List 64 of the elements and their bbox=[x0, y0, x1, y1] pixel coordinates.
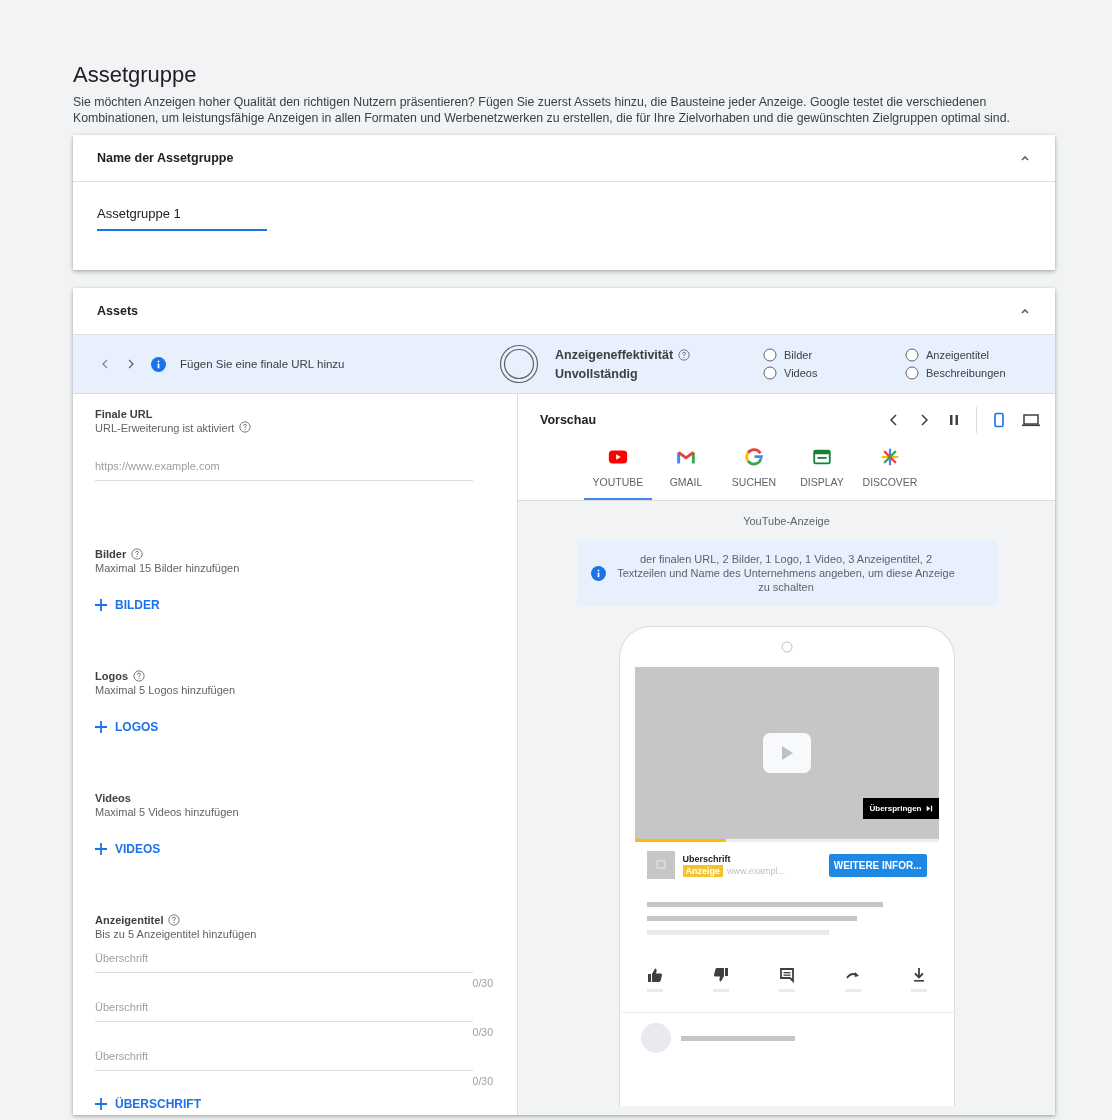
section-subtitle: Maximal 5 Logos hinzufügen bbox=[95, 684, 237, 696]
thumbs-up-icon bbox=[646, 967, 663, 983]
effectiveness-status: Unvollständig bbox=[555, 366, 639, 381]
page-title: Assetgruppe bbox=[73, 62, 198, 88]
camera-icon bbox=[780, 641, 793, 653]
channel-tab[interactable]: GMAIL bbox=[652, 440, 720, 500]
help-icon[interactable] bbox=[678, 348, 691, 361]
status-message: Fügen Sie eine finale URL hinzu bbox=[180, 358, 345, 370]
section-title: Anzeigentitel bbox=[95, 914, 164, 926]
help-icon[interactable] bbox=[131, 548, 144, 560]
info-icon bbox=[151, 356, 166, 372]
checklist-label: Anzeigentitel bbox=[926, 349, 989, 361]
skip-icon bbox=[925, 805, 933, 812]
section-subtitle: Maximal 15 Bilder hinzufügen bbox=[95, 562, 241, 574]
section-title: Bilder bbox=[95, 548, 127, 560]
add-button[interactable]: BILDER bbox=[95, 594, 160, 616]
channel-tab[interactable]: DISCOVER bbox=[856, 440, 924, 500]
plus-icon bbox=[95, 721, 107, 733]
image-icon bbox=[646, 851, 675, 879]
help-icon[interactable] bbox=[239, 421, 252, 433]
add-button[interactable]: VIDEOS bbox=[95, 838, 161, 860]
ad-url: www.exampl... bbox=[727, 865, 786, 876]
plus-icon bbox=[95, 1098, 107, 1110]
play-icon bbox=[762, 733, 811, 773]
add-button[interactable]: ÜBERSCHRIFT bbox=[95, 1093, 201, 1115]
phone-icon[interactable] bbox=[991, 412, 1007, 428]
preview-title: Vorschau bbox=[540, 413, 597, 427]
section-title: Logos bbox=[95, 670, 128, 682]
ad-headline: Uberschrift bbox=[682, 853, 732, 864]
page-description: Sie möchten Anzeigen hoher Qualität den richtigen Nutzern präsentieren? Fügen Sie zuerst Assets hinzu, die Bausteine jeder Anzeige. Google testet die verschiedenen Kombinationen, um leistungsfähige Anzeigen in allen Formaten und Werbenetzwerken zu erstellen, die für Ihre Zielvorhaben und die gewünschten Zielgruppen optimal sind. bbox=[73, 94, 1011, 126]
notice-text: der finalen URL, 2 Bilder, 1 Logo, 1 Video, 3 Anzeigentitel, 2 Textzeilen und Name des Unternehmens angeben, um diese Anzeige zu schalten bbox=[616, 552, 956, 594]
thumbs-down-icon bbox=[712, 967, 729, 983]
checklist-label: Bilder bbox=[784, 349, 813, 361]
cta-button[interactable]: WEITERE INFOR... bbox=[828, 853, 927, 877]
add-button[interactable]: LOGOS bbox=[95, 716, 159, 738]
help-icon[interactable] bbox=[133, 670, 145, 682]
skip-button[interactable]: Überspringen bbox=[863, 798, 939, 819]
section-subtitle: Maximal 5 Videos hinzufügen bbox=[95, 806, 240, 818]
checklist-label: Videos bbox=[784, 367, 818, 379]
plus-icon bbox=[95, 599, 107, 611]
ad-type-label: YouTube-Anzeige bbox=[743, 515, 830, 527]
section-title: Finale URL bbox=[95, 408, 154, 420]
asterisk-icon bbox=[879, 446, 901, 468]
ring-icon bbox=[743, 446, 765, 468]
character-counter: 0/30 bbox=[472, 1026, 493, 1038]
info-icon bbox=[590, 565, 606, 581]
card-title: Name der Assetgruppe bbox=[97, 151, 234, 165]
card-title: Assets bbox=[97, 304, 138, 318]
section-subtitle: Bis zu 5 Anzeigentitel hinzufügen bbox=[95, 928, 258, 940]
plus-icon bbox=[95, 843, 107, 855]
channel-tab[interactable]: DISPLAY bbox=[788, 440, 856, 500]
channel-tab[interactable]: SUCHEN bbox=[720, 440, 788, 500]
character-counter: 0/30 bbox=[472, 977, 493, 989]
help-icon[interactable] bbox=[168, 914, 181, 926]
section-title: Videos bbox=[95, 792, 131, 804]
section-subtitle: URL-Erweiterung ist aktiviert bbox=[95, 422, 235, 434]
channel-tab[interactable]: YOUTUBE bbox=[584, 440, 652, 500]
character-counter: 0/30 bbox=[472, 1075, 493, 1087]
effectiveness-label: Anzeigeneffektivität bbox=[555, 347, 674, 362]
effectiveness-ring-icon bbox=[499, 344, 539, 384]
ad-badge: Anzeige bbox=[682, 864, 723, 877]
comment-icon bbox=[778, 967, 795, 983]
checklist-label: Beschreibungen bbox=[926, 367, 1006, 379]
laptop-icon[interactable] bbox=[1021, 412, 1041, 428]
